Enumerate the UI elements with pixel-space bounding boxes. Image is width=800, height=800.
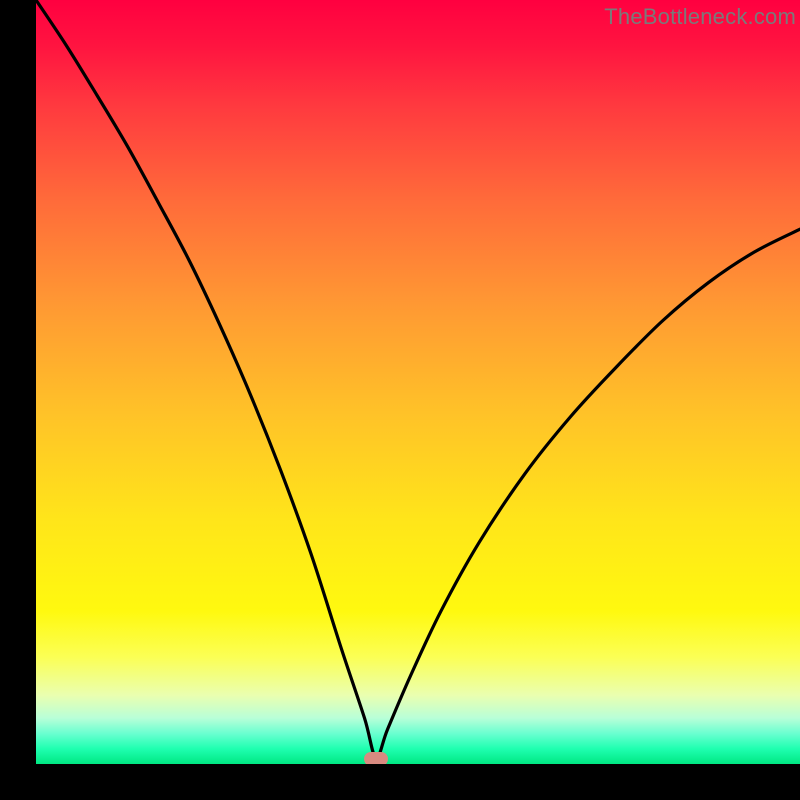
chart-frame: TheBottleneck.com	[0, 0, 800, 800]
minimum-marker	[364, 752, 388, 764]
attribution-text: TheBottleneck.com	[604, 4, 796, 30]
bottleneck-curve	[36, 0, 800, 758]
curve-layer	[36, 0, 800, 764]
plot-area	[36, 0, 800, 764]
